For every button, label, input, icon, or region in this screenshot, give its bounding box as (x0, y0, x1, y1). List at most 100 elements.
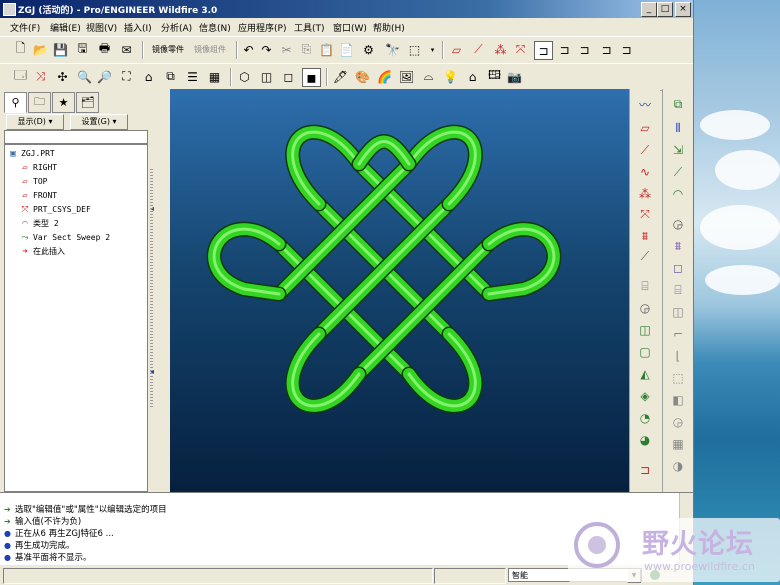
view-manager-icon[interactable]: ⌂ (140, 68, 157, 85)
csys-display-icon[interactable]: ⤧ (512, 41, 529, 58)
photo-render-icon[interactable]: 📷 (506, 68, 523, 85)
menu-applications[interactable]: 应用程序(P) (238, 21, 286, 34)
lights-icon[interactable]: 💡 (442, 68, 459, 85)
settings-dropdown-button[interactable]: 设置(G) ▾ (70, 114, 128, 130)
cut-icon[interactable]: ✂ (278, 41, 295, 58)
saved-view-4-icon[interactable]: ⊐ (618, 41, 635, 58)
model-tree-tab-icon[interactable]: ⚲ (4, 92, 27, 113)
round-icon[interactable]: ⌐ (668, 325, 688, 343)
tree-item[interactable]: ▱ TOP (19, 175, 47, 188)
offset-icon[interactable]: ◶ (668, 215, 688, 233)
datum-point-tool-icon[interactable]: ⁂ (635, 185, 655, 203)
mirror-part-button[interactable]: 镜像零件 (152, 44, 184, 55)
tree-item[interactable]: ⤧ PRT_CSYS_DEF (19, 203, 90, 216)
datum-point-display-icon[interactable]: ⁂ (492, 41, 509, 58)
datum-plane-display-icon[interactable]: ▱ (448, 41, 465, 58)
panel-splitter[interactable]: ◂ ◂ (150, 89, 170, 492)
email-icon[interactable]: ✉ (118, 41, 135, 58)
find-icon[interactable]: 🔭 (384, 41, 401, 58)
copy-feature-icon[interactable]: ⧉ (668, 95, 688, 113)
menu-window[interactable]: 窗口(W) (333, 21, 367, 34)
warp-icon[interactable]: ◑ (668, 457, 688, 475)
zoom-out-icon[interactable]: 🔎 (96, 68, 113, 85)
variable-sweep-icon[interactable]: ◫ (635, 321, 655, 339)
trim-icon[interactable]: ⟋ (668, 163, 688, 181)
datum-axis-display-icon[interactable]: ⟋ (470, 41, 487, 58)
project-icon[interactable]: ◫ (668, 303, 688, 321)
maximize-button[interactable]: □ (657, 2, 673, 17)
menu-insert[interactable]: 插入(I) (124, 21, 152, 34)
refit-icon[interactable]: ⛶ (118, 68, 135, 85)
saved-view-3-icon[interactable]: ⊐ (598, 41, 615, 58)
paste-special-icon[interactable]: 📄 (338, 41, 355, 58)
room-icon[interactable]: ⌂ (464, 68, 481, 85)
zoom-in-icon[interactable]: 🔍 (76, 68, 93, 85)
model-setup-icon[interactable]: ⌓ (420, 68, 437, 85)
orient-icon[interactable]: ⤨ (32, 68, 49, 85)
tree-item[interactable]: ➜ 在此插入 (19, 245, 65, 258)
wireframe-tool-icon[interactable]: ⟋ (635, 247, 655, 265)
datum-axis-tool-icon[interactable]: ⟋ (635, 141, 655, 159)
view-list-icon[interactable]: ▦ (206, 68, 223, 85)
pattern-edit-icon[interactable]: ◶ (668, 413, 688, 431)
connections-tab-icon[interactable]: 🗂 (76, 92, 99, 113)
open-folder-icon[interactable]: 📂 (32, 41, 49, 58)
chamfer-icon[interactable]: ⌊ (668, 347, 688, 365)
chevron-down-icon[interactable]: ▾ (424, 41, 441, 58)
solidify-icon[interactable]: ◻ (668, 259, 688, 277)
spin-center-icon[interactable]: ⊐ (534, 41, 553, 60)
thicken-icon[interactable]: ⩩ (668, 237, 688, 255)
menu-tools[interactable]: 工具(T) (294, 21, 325, 34)
pattern-icon[interactable]: ⊐ (635, 461, 655, 479)
appearance-icon[interactable]: 🎨 (354, 68, 371, 85)
merge-icon[interactable]: ⇲ (668, 141, 688, 159)
tree-item[interactable]: ◠ 类型 2 (19, 217, 58, 230)
menu-view[interactable]: 视图(V) (86, 21, 117, 34)
save-copy-icon[interactable]: 🖫 (74, 41, 91, 58)
minimize-button[interactable]: _ (641, 2, 657, 17)
appearance-gallery-icon[interactable]: 🌈 (376, 68, 393, 85)
hidden-line-icon[interactable]: ◫ (258, 68, 275, 85)
spin-icon[interactable]: ✣ (54, 68, 71, 85)
menu-analysis[interactable]: 分析(A) (161, 21, 192, 34)
extend-icon[interactable]: ⌸ (668, 281, 688, 299)
redo-icon[interactable]: ↷ (258, 41, 275, 58)
hole-icon[interactable]: ◭ (635, 365, 655, 383)
mirror-assembly-button[interactable]: 镜像组件 (194, 44, 226, 55)
shell-edit-icon[interactable]: ⬚ (668, 369, 688, 387)
save-icon[interactable]: 💾 (52, 41, 69, 58)
select-box-icon[interactable]: ⬚ (406, 41, 423, 58)
tree-item[interactable]: ▱ FRONT (19, 189, 57, 202)
paste-icon[interactable]: 📋 (318, 41, 335, 58)
knot-tube[interactable] (208, 223, 285, 300)
rib-icon[interactable]: ◔ (635, 409, 655, 427)
copy-icon[interactable]: ⎘ (298, 41, 315, 58)
print-icon[interactable]: 🖶 (96, 41, 113, 58)
no-hidden-icon[interactable]: ◻ (280, 68, 297, 85)
tree-item[interactable]: ▱ RIGHT (19, 161, 57, 174)
extrude-icon[interactable]: ⌸ (635, 277, 655, 295)
render-icon[interactable]: 🖋 (332, 68, 349, 85)
saved-view-2-icon[interactable]: ⊐ (576, 41, 593, 58)
menu-info[interactable]: 信息(N) (199, 21, 231, 34)
shell-icon[interactable]: ◈ (635, 387, 655, 405)
scene-icon[interactable]: 🖽 (486, 68, 503, 85)
blend-icon[interactable]: ▢ (635, 343, 655, 361)
wireframe-icon[interactable]: ⬡ (236, 68, 253, 85)
undo-icon[interactable]: ↶ (240, 41, 257, 58)
datum-curve-tool-icon[interactable]: ∿ (635, 163, 655, 181)
stack-icon[interactable]: ☰ (184, 68, 201, 85)
show-dropdown-button[interactable]: 显示(D) ▾ (6, 114, 64, 130)
knot-tube[interactable] (483, 223, 560, 300)
knot-model[interactable] (170, 89, 629, 492)
layers-icon[interactable]: ⧉ (162, 68, 179, 85)
favorites-tab-icon[interactable]: ★ (52, 92, 75, 113)
shading-icon[interactable]: ◼ (302, 68, 321, 87)
grid-icon[interactable]: ▦ (668, 435, 688, 453)
revolve-icon[interactable]: ◶ (635, 299, 655, 317)
menu-edit[interactable]: 编辑(E) (50, 21, 81, 34)
regenerate-icon[interactable]: ⚙ (360, 41, 377, 58)
tree-item[interactable]: ▣ ZGJ.PRT (7, 147, 54, 160)
draft-icon[interactable]: ◕ (635, 431, 655, 449)
tree-item[interactable]: ⤳ Var Sect Sweep 2 (19, 231, 110, 244)
